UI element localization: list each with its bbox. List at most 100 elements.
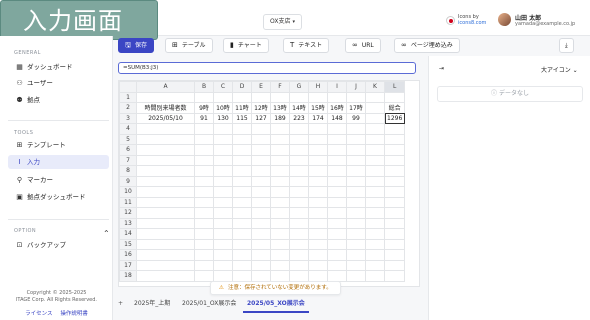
grid-cell[interactable] [251, 217, 271, 229]
download-button[interactable]: ⤓ [559, 38, 574, 53]
grid-cell[interactable] [213, 186, 233, 198]
grid-cell[interactable] [327, 238, 347, 250]
sidebar-item-location-dashboard[interactable]: ▣ 拠点ダッシュボード [8, 190, 109, 204]
grid-cell[interactable] [194, 144, 214, 156]
grid-cell[interactable]: 99 [346, 112, 366, 124]
text-button[interactable]: T テキスト [283, 38, 330, 53]
grid-cell[interactable] [308, 91, 328, 103]
grid-cell[interactable] [232, 91, 252, 103]
grid-cell[interactable] [232, 238, 252, 250]
save-button[interactable]: 🖫 保存 [118, 38, 154, 53]
grid-cell[interactable] [194, 133, 214, 145]
row-header[interactable]: 1 [119, 91, 137, 103]
grid-cell[interactable] [251, 207, 271, 219]
grid-cell[interactable] [136, 154, 195, 166]
grid-cell[interactable] [308, 249, 328, 261]
grid-cell[interactable] [346, 91, 366, 103]
grid-cell[interactable] [365, 112, 385, 124]
grid-cell[interactable] [136, 207, 195, 219]
grid-cell[interactable] [194, 228, 214, 240]
grid-cell[interactable]: 115 [232, 112, 252, 124]
grid-cell[interactable] [136, 91, 195, 103]
grid-cell[interactable] [194, 207, 214, 219]
grid-cell[interactable] [232, 196, 252, 208]
formula-bar[interactable]: =SUM(B3:J3) [118, 62, 416, 74]
column-header[interactable]: B [194, 81, 214, 93]
grid-cell[interactable] [194, 249, 214, 261]
grid-cell[interactable] [232, 165, 252, 177]
column-header[interactable]: I [327, 81, 347, 93]
grid-cell[interactable] [194, 154, 214, 166]
grid-cell[interactable] [383, 196, 406, 208]
grid-cell[interactable] [365, 102, 385, 114]
grid-cell[interactable] [251, 133, 271, 145]
grid-cell[interactable] [194, 259, 214, 271]
grid-cell[interactable]: 2025/05/10 [136, 112, 195, 124]
grid-cell[interactable] [213, 249, 233, 261]
grid-cell[interactable] [346, 217, 366, 229]
grid-cell[interactable] [232, 217, 252, 229]
license-link[interactable]: ライセンス [25, 311, 52, 317]
grid-cell[interactable] [232, 186, 252, 198]
grid-cell[interactable] [365, 154, 385, 166]
grid-cell[interactable] [251, 144, 271, 156]
grid-cell[interactable] [270, 238, 290, 250]
row-header[interactable]: 6 [119, 144, 137, 156]
grid-cell[interactable] [270, 207, 290, 219]
grid-cell[interactable] [136, 249, 195, 261]
grid-cell[interactable] [251, 259, 271, 271]
grid-cell[interactable] [270, 133, 290, 145]
grid-cell[interactable] [365, 259, 385, 271]
grid-cell[interactable] [365, 186, 385, 198]
grid-cell[interactable]: 223 [289, 112, 309, 124]
grid-cell[interactable] [308, 175, 328, 187]
icons8-link[interactable]: icons8.com [458, 20, 486, 26]
grid-cell[interactable] [327, 217, 347, 229]
grid-cell[interactable] [251, 154, 271, 166]
grid-cell[interactable] [136, 228, 195, 240]
grid-cell[interactable]: 総合 [383, 102, 406, 114]
grid-cell[interactable] [308, 186, 328, 198]
grid-cell[interactable] [136, 259, 195, 271]
grid-cell[interactable] [289, 238, 309, 250]
grid-cell[interactable] [365, 249, 385, 261]
grid-cell[interactable] [270, 154, 290, 166]
grid-cell[interactable]: 17時 [346, 102, 366, 114]
grid-cell[interactable] [251, 238, 271, 250]
grid-cell[interactable] [383, 228, 406, 240]
grid-cell[interactable] [232, 154, 252, 166]
grid-cell[interactable] [383, 175, 406, 187]
grid-corner[interactable] [119, 81, 137, 93]
grid-cell[interactable] [346, 207, 366, 219]
grid-cell[interactable] [251, 91, 271, 103]
grid-cell[interactable] [251, 165, 271, 177]
grid-cell[interactable] [232, 259, 252, 271]
grid-cell[interactable] [194, 217, 214, 229]
grid-cell[interactable] [308, 133, 328, 145]
grid-cell[interactable] [383, 249, 406, 261]
row-header[interactable]: 2 [119, 102, 137, 114]
grid-cell[interactable] [213, 123, 233, 135]
grid-cell[interactable]: 11時 [232, 102, 252, 114]
url-button[interactable]: ∞ URL [345, 38, 381, 53]
sidebar-item-backup[interactable]: ⊡ バックアップ [8, 238, 109, 252]
grid-cell[interactable] [346, 249, 366, 261]
grid-cell[interactable] [346, 154, 366, 166]
grid-cell[interactable] [213, 270, 233, 282]
grid-cell[interactable] [365, 270, 385, 282]
grid-cell[interactable] [365, 165, 385, 177]
grid-cell[interactable] [383, 144, 406, 156]
sidebar-item-marker[interactable]: ⚲ マーカー [8, 173, 109, 187]
grid-cell[interactable] [365, 144, 385, 156]
grid-cell[interactable] [308, 238, 328, 250]
row-header[interactable]: 10 [119, 186, 137, 198]
grid-cell[interactable] [365, 228, 385, 240]
grid-cell[interactable] [136, 165, 195, 177]
row-header[interactable]: 5 [119, 133, 137, 145]
grid-cell[interactable] [308, 259, 328, 271]
grid-cell[interactable] [346, 270, 366, 282]
grid-cell[interactable] [308, 207, 328, 219]
column-header[interactable]: A [136, 81, 195, 93]
grid-cell[interactable] [194, 123, 214, 135]
grid-cell[interactable] [136, 123, 195, 135]
